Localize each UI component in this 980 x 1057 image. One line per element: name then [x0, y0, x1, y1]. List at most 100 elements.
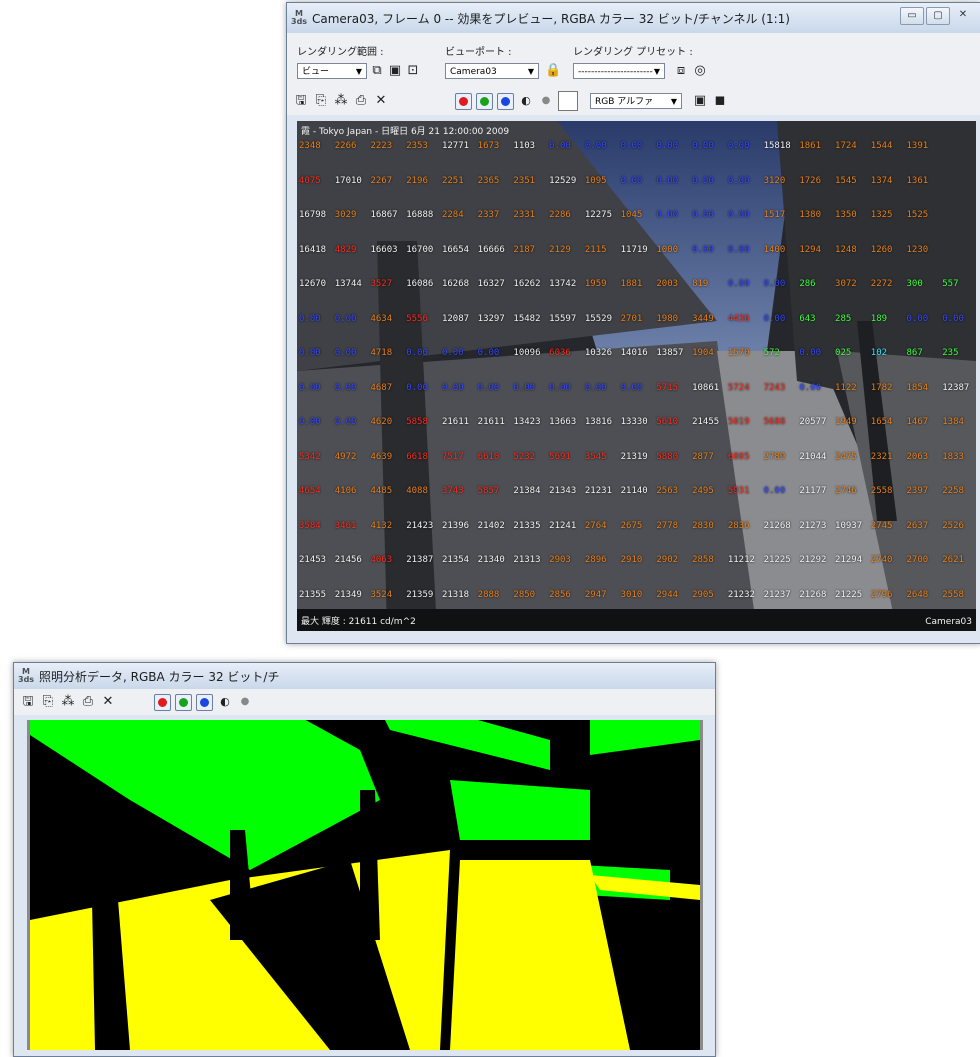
luminance-value: 4132	[370, 520, 393, 531]
luminance-value: 2251	[441, 175, 464, 186]
close-button[interactable]: ✕	[952, 7, 974, 23]
region-edit-icon[interactable]: ⧉	[369, 63, 385, 79]
luminance-value: 3545	[584, 451, 607, 462]
luminance-value: 5232	[513, 451, 536, 462]
monochrome-icon[interactable]: ●	[538, 93, 554, 109]
render-setup-icon[interactable]: ⧈	[673, 63, 689, 79]
minimize-button[interactable]: ▭	[900, 7, 924, 25]
luminance-value: 0.00	[692, 175, 714, 186]
luminance-value: 2621	[942, 555, 964, 565]
green-channel-button[interactable]	[476, 92, 493, 110]
background-color-swatch[interactable]	[558, 91, 578, 111]
render-area-dropdown[interactable]: ビュー ▼	[297, 63, 367, 79]
luminance-value: 21349	[334, 589, 362, 600]
clone-window-icon[interactable]: ⁂	[60, 694, 76, 710]
luminance-value: 2858	[692, 555, 714, 565]
luminance-value: 0.00	[584, 141, 607, 151]
luminance-value: 2272	[870, 279, 893, 289]
luminance-value: 21359	[406, 589, 434, 600]
environment-icon[interactable]: ◎	[692, 63, 708, 79]
clear-icon[interactable]: ✕	[373, 93, 389, 109]
luminance-value: 2258	[942, 486, 964, 496]
front-window-titlebar[interactable]: M 3ds Camera03, フレーム 0 -- 効果をプレビュー, RGBA …	[287, 3, 980, 33]
copy-icon[interactable]: ⎘	[313, 93, 329, 109]
blue-channel-button[interactable]	[497, 92, 514, 110]
app-logo-icon: M 3ds	[291, 9, 308, 26]
luminance-value: 025	[835, 348, 852, 358]
luminance-value: 4088	[406, 486, 428, 496]
luminance-value: 2905	[692, 589, 714, 600]
preset-label: レンダリング プリセット :	[573, 47, 693, 58]
luminance-value: 2675	[620, 520, 643, 531]
luminance-value: 1570	[727, 348, 750, 358]
lock-icon[interactable]: 🔒	[545, 63, 561, 79]
luminance-value: 0.00	[620, 141, 643, 151]
blue-channel-button[interactable]	[196, 693, 213, 711]
luminance-value: 2563	[656, 486, 679, 496]
green-channel-button[interactable]	[175, 693, 192, 711]
print-icon[interactable]: ⎙	[80, 694, 96, 710]
luminance-value: 1260	[870, 244, 893, 255]
luminance-value: 21231	[584, 486, 612, 496]
copy-icon[interactable]: ⎘	[40, 694, 56, 710]
save-icon[interactable]: 🖫	[20, 694, 36, 710]
toggle-ui-overlay-icon[interactable]: ▣	[692, 93, 708, 109]
luminance-value: 1374	[870, 175, 893, 186]
luminance-value: 2351	[513, 175, 536, 186]
save-icon[interactable]: 🖫	[293, 93, 309, 109]
clone-window-icon[interactable]: ⁂	[333, 93, 349, 109]
luminance-value: 13423	[513, 417, 541, 427]
luminance-value: 2902	[656, 555, 679, 565]
luminance-value: 2003	[656, 279, 679, 289]
red-channel-button[interactable]	[455, 92, 472, 110]
luminance-value: 0.00	[299, 313, 321, 324]
monochrome-icon[interactable]: ●	[237, 694, 253, 710]
region-crop-icon[interactable]: ▣	[387, 63, 403, 79]
luminance-value: 13663	[549, 417, 577, 427]
luminance-value: 2836	[727, 520, 750, 531]
print-icon[interactable]: ⎙	[353, 93, 369, 109]
luminance-value: 2910	[620, 555, 643, 565]
luminance-value: 2321	[870, 451, 893, 462]
toggle-ui-icon[interactable]: ◼	[712, 93, 728, 109]
luminance-value: 0.00	[406, 382, 428, 393]
luminance-value: 2558	[870, 486, 893, 496]
red-channel-button[interactable]	[154, 693, 171, 711]
region-auto-icon[interactable]: ⊡	[405, 63, 421, 79]
luminance-value: 16603	[370, 244, 398, 255]
luminance-value: 3524	[370, 589, 393, 600]
luminance-value: 2495	[692, 486, 714, 496]
back-window-titlebar[interactable]: M 3ds 照明分析データ, RGBA カラー 32 ビット/チ	[14, 663, 715, 689]
luminance-value: 0.00	[549, 141, 571, 151]
luminance-value: 1904	[692, 348, 714, 358]
luminance-value: 1361	[906, 175, 929, 186]
luminance-value: 0.00	[334, 348, 357, 358]
render-area-label: レンダリング範囲 :	[297, 47, 384, 58]
luminance-value: 3461	[334, 520, 357, 531]
luminance-value: 10861	[692, 382, 720, 393]
luminance-value: 1959	[584, 279, 607, 289]
viewport-value: Camera03	[450, 67, 497, 77]
luminance-value: 21611	[441, 417, 470, 427]
luminance-value: 189	[870, 313, 888, 324]
lighting-analysis-window: M 3ds 照明分析データ, RGBA カラー 32 ビット/チ 🖫 ⎘ ⁂ ⎙ …	[13, 662, 716, 1057]
luminance-value: 3120	[763, 175, 786, 186]
viewport-dropdown[interactable]: Camera03 ▼	[445, 63, 539, 79]
display-channel-dropdown[interactable]: RGB アルファ ▼	[590, 93, 682, 109]
luminance-value: 13816	[584, 417, 612, 427]
alpha-channel-icon[interactable]: ◐	[217, 694, 233, 710]
luminance-value: 1854	[906, 382, 929, 393]
luminance-value: 2700	[906, 555, 929, 565]
luminance-value: 643	[799, 313, 816, 324]
preset-dropdown[interactable]: ----------------------- ▼	[573, 63, 665, 79]
clear-icon[interactable]: ✕	[100, 694, 116, 710]
luminance-value: 16262	[513, 279, 541, 289]
luminance-value: 0.00	[477, 382, 500, 393]
luminance-value: 2187	[513, 244, 536, 255]
luminance-value: 285	[835, 313, 852, 324]
maximize-button[interactable]: ▢	[926, 7, 950, 25]
luminance-value: 0.00	[334, 417, 357, 427]
alpha-channel-icon[interactable]: ◐	[518, 93, 534, 109]
luminance-value: 1391	[906, 141, 929, 151]
luminance-value: 1350	[835, 210, 857, 220]
